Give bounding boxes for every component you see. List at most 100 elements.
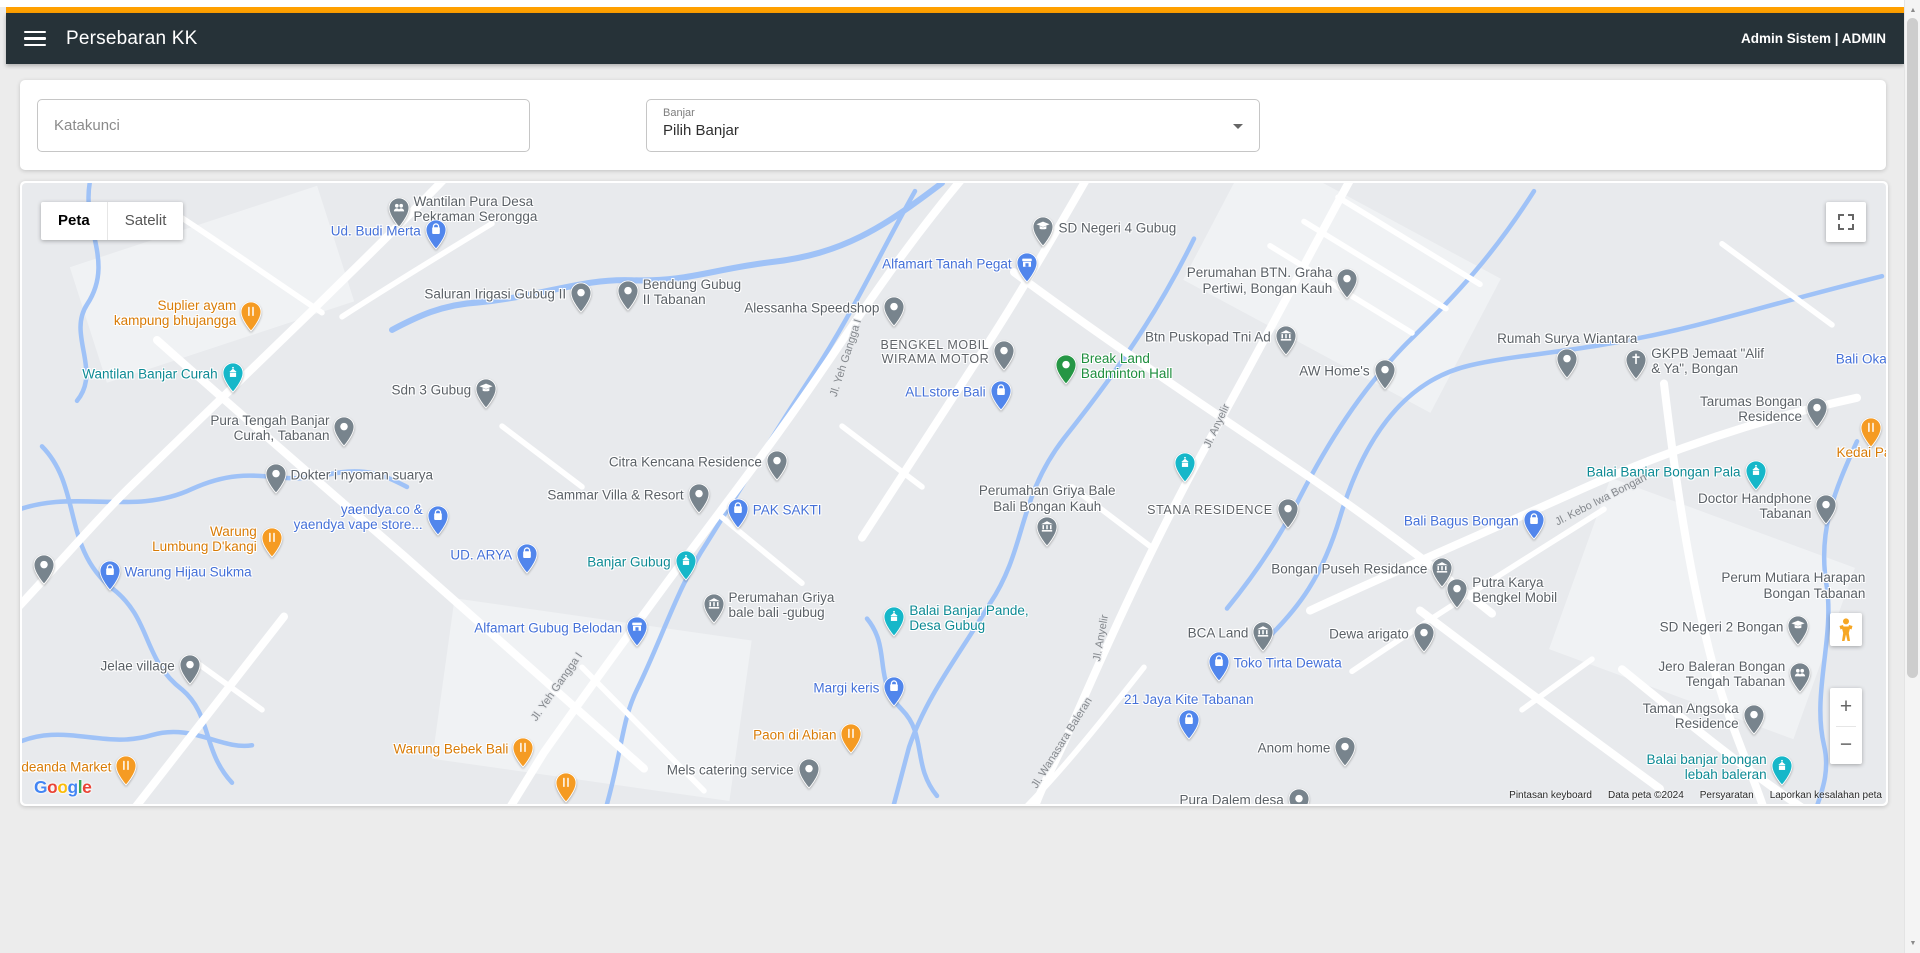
map-marker-label[interactable]: Toko Tirta Dewata: [1234, 655, 1342, 670]
dot-pin-icon[interactable]: [798, 758, 820, 790]
map-marker-label[interactable]: Mels catering service: [667, 763, 794, 778]
map-marker-label[interactable]: Bongan Puseh Residance: [1271, 562, 1427, 577]
temple-pin-icon[interactable]: [1771, 755, 1793, 787]
map-marker-label[interactable]: Wantilan Banjar Curah: [82, 367, 217, 382]
dot-pin-icon[interactable]: [570, 282, 592, 313]
google-logo[interactable]: Google: [34, 777, 92, 798]
dot-pin-icon[interactable]: [883, 296, 905, 327]
attribution-keyboard-shortcuts[interactable]: Pintasan keyboard: [1509, 790, 1592, 801]
attribution-report-error-link[interactable]: Laporkan kesalahan peta: [1770, 790, 1882, 801]
map-marker-label[interactable]: BCA Land: [1188, 625, 1249, 640]
map-marker-label[interactable]: Break Land Badminton Hall: [1081, 350, 1173, 380]
map-marker-label[interactable]: Perum Mutiara Harapan Bongan Tabanan: [1721, 570, 1865, 600]
zoom-out-button[interactable]: −: [1830, 727, 1862, 765]
map-marker-label[interactable]: Bendung Gubug II Tabanan: [643, 277, 741, 307]
dot-pin-icon[interactable]: [1336, 268, 1358, 300]
map-marker-label[interactable]: Sdn 3 Gubug: [392, 382, 472, 397]
food-pin-icon[interactable]: [512, 737, 534, 769]
scrollbar-up-arrow-icon[interactable]: ▲: [1905, 2, 1920, 18]
map-type-satelit-button[interactable]: Satelit: [106, 202, 184, 240]
map-marker-label[interactable]: Btn Puskopad Tni Ad: [1145, 329, 1271, 344]
map-marker-label[interactable]: Balai Banjar Pande, Desa Gubug: [909, 603, 1028, 633]
pegman-control[interactable]: [1830, 613, 1862, 646]
map-marker-label[interactable]: yaendya.co & yaendya vape store...: [294, 502, 423, 532]
dot-pin-icon[interactable]: [1288, 788, 1310, 804]
map-marker-label[interactable]: Warung Lumbung D'kangi: [152, 524, 257, 554]
dot-pin-icon[interactable]: [265, 463, 287, 494]
map-marker-label[interactable]: 21 Jaya Kite Tabanan: [1124, 692, 1254, 707]
map-marker-label[interactable]: Suplier ayam kampung bhujangga: [114, 298, 236, 328]
map-marker-label[interactable]: Warung Bebek Bali: [393, 742, 508, 757]
bag-pin-icon[interactable]: [990, 380, 1012, 411]
map-marker-label[interactable]: Balai banjar bongan lebah baleran: [1647, 752, 1767, 782]
map-marker-label[interactable]: Alfamart Gubug Belodan: [474, 620, 622, 635]
map-marker-label[interactable]: Banjar Gubug: [587, 554, 670, 569]
map-marker-label[interactable]: Warung Hijau Sukma: [125, 564, 252, 579]
map-marker-label[interactable]: GKPB Jemaat "Alif & Ya", Bongan: [1651, 346, 1764, 376]
school-pin-icon[interactable]: [1787, 615, 1809, 646]
bank-pin-icon[interactable]: [1252, 621, 1274, 652]
map-marker-label[interactable]: ALLstore Bali: [905, 384, 985, 399]
temple-pin-icon[interactable]: [883, 606, 905, 638]
dot-pin-icon[interactable]: [617, 280, 639, 312]
menu-icon[interactable]: [24, 30, 46, 47]
food-pin-icon[interactable]: [261, 527, 283, 558]
scrollbar-down-arrow-icon[interactable]: ▼: [1905, 935, 1920, 951]
bank-pin-icon[interactable]: [1036, 516, 1058, 547]
map-marker-label[interactable]: Perumahan Griya bale bali -gubug: [729, 590, 835, 620]
map-marker-label[interactable]: Citra Kencana Residence: [609, 454, 762, 469]
banjar-select[interactable]: Banjar Pilih Banjar: [646, 99, 1260, 152]
scrollbar-thumb[interactable]: [1907, 18, 1918, 678]
map-marker-label[interactable]: SD Negeri 2 Bongan: [1660, 619, 1784, 634]
store-pin-icon[interactable]: [1016, 252, 1038, 284]
dot-pin-icon[interactable]: [1806, 397, 1828, 428]
keyword-input[interactable]: [38, 100, 529, 151]
map-marker-label[interactable]: Doctor Handphone Tabanan: [1698, 491, 1811, 521]
bag-pin-icon[interactable]: [1208, 651, 1230, 682]
map-marker-label[interactable]: Jero Baleran Bongan Tengah Tabanan: [1658, 659, 1785, 689]
dot-pin-icon[interactable]: [1446, 578, 1468, 610]
bag-pin-icon[interactable]: [427, 505, 449, 536]
map-marker-label[interactable]: Pura Tengah Banjar Curah, Tabanan: [210, 413, 329, 443]
people-pin-icon[interactable]: [1789, 662, 1811, 693]
dot-pin-icon[interactable]: [1556, 348, 1578, 379]
om-pin-icon[interactable]: [333, 416, 355, 448]
bag-pin-icon[interactable]: [727, 498, 749, 530]
map-marker-label[interactable]: Balai Banjar Bongan Pala: [1587, 464, 1741, 479]
dot-pin-icon[interactable]: [766, 450, 788, 481]
church-pin-icon[interactable]: [1625, 349, 1647, 380]
dot-pin-icon[interactable]: [1374, 358, 1396, 390]
school-pin-icon[interactable]: [475, 378, 497, 409]
bank-pin-icon[interactable]: [703, 593, 725, 624]
map-marker-label[interactable]: deanda Market: [22, 760, 111, 775]
map-marker-label[interactable]: BENGKEL MOBIL WIRAMA MOTOR: [881, 338, 990, 366]
page-scrollbar[interactable]: ▲ ▼: [1904, 0, 1920, 953]
dot-pin-icon[interactable]: [1277, 498, 1299, 530]
store-pin-icon[interactable]: [626, 616, 648, 647]
bag-pin-icon[interactable]: [99, 560, 121, 591]
temple-pin-icon[interactable]: [675, 550, 697, 581]
temple-pin-icon[interactable]: [222, 362, 244, 394]
map-marker-label[interactable]: Sammar Villa & Resort: [547, 487, 683, 502]
attribution-terms-link[interactable]: Persyaratan: [1700, 790, 1754, 801]
bag-pin-icon[interactable]: [1523, 509, 1545, 541]
fullscreen-button[interactable]: [1826, 202, 1866, 242]
map-marker-label[interactable]: Kedai Pasu: [1837, 445, 1886, 460]
map-marker-label[interactable]: Alfamart Tanah Pegat: [882, 257, 1012, 272]
map-marker-label[interactable]: Perumahan BTN. Graha Pertiwi, Bongan Kau…: [1187, 265, 1333, 295]
map-marker-label[interactable]: Putra Karya Bengkel Mobil: [1472, 575, 1557, 605]
dot-pin-icon[interactable]: [33, 554, 55, 585]
school-pin-icon[interactable]: [1032, 216, 1054, 248]
map-marker-label[interactable]: Dokter i nyoman suarya: [291, 467, 434, 482]
bag-pin-icon[interactable]: [883, 676, 905, 708]
map-marker-label[interactable]: Alessanha Speedshop: [744, 300, 879, 315]
map-marker-label[interactable]: Jelae village: [100, 658, 174, 673]
bank-pin-icon[interactable]: [1275, 325, 1297, 356]
map-marker-label[interactable]: Taman Angsoka Residence: [1643, 701, 1739, 731]
map-marker-label[interactable]: Bali Okane: [1836, 352, 1886, 367]
map-marker-label[interactable]: STANA RESIDENCE: [1147, 503, 1272, 517]
map-marker-label[interactable]: AW Home's: [1299, 363, 1369, 378]
food-pin-icon[interactable]: [1860, 417, 1882, 448]
map-marker-label[interactable]: Margi keris: [813, 681, 879, 696]
map-marker-label[interactable]: Anom home: [1258, 741, 1331, 756]
